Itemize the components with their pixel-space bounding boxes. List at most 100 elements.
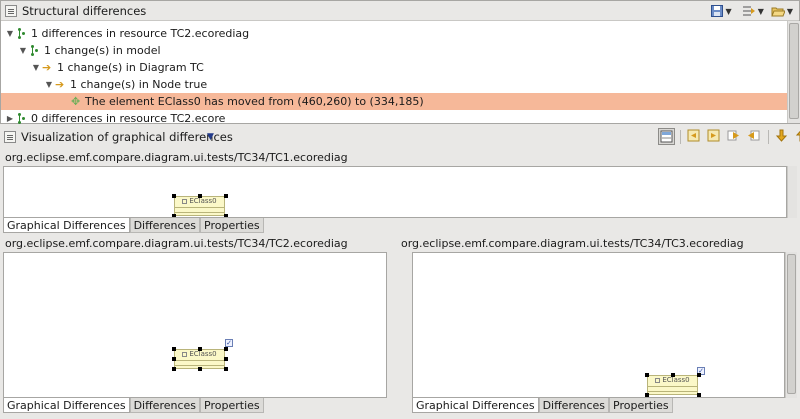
collapse-toggle-icon[interactable]: ▶: [5, 114, 15, 123]
node-compartment-divider: [175, 212, 224, 213]
top-pane-path: org.eclipse.emf.compare.diagram.ui.tests…: [0, 149, 800, 165]
selection-handle[interactable]: [172, 347, 176, 351]
selection-handle[interactable]: [172, 367, 176, 371]
structural-view-toolbar: ▼ ▼ ▼: [710, 4, 793, 18]
move-change-icon: ➔: [42, 61, 52, 74]
structural-view-header: Structural differences ▼ ▼ ▼: [1, 1, 799, 21]
copy-right-icon[interactable]: [746, 128, 763, 145]
selection-handle[interactable]: [645, 373, 649, 377]
tab-label: Properties: [204, 218, 260, 232]
layout-toggle-icon[interactable]: [658, 128, 675, 145]
expand-toggle-icon[interactable]: ▼: [44, 80, 54, 89]
tree-item-resource-tc2-ecore[interactable]: ▶ 0 differences in resource TC2.ecore: [5, 110, 225, 127]
structural-view-title: Structural differences: [22, 3, 147, 18]
save-dropdown-icon[interactable]: ▼: [726, 7, 732, 16]
difference-marker-icon[interactable]: ✓: [225, 339, 233, 347]
selection-handle[interactable]: [224, 367, 228, 371]
tree-item-move-difference[interactable]: ✥ The element EClass0 has moved from (46…: [1, 93, 787, 110]
selection-handle[interactable]: [645, 393, 649, 397]
visualization-tab[interactable]: Visualization of graphical differences: [4, 130, 233, 144]
expand-toggle-icon[interactable]: ▼: [18, 46, 28, 55]
right-pane-scrollbar[interactable]: [785, 252, 797, 398]
tab-differences[interactable]: Differences: [129, 218, 201, 233]
open-dropdown-icon[interactable]: ▼: [787, 7, 793, 16]
selection-handle[interactable]: [697, 373, 701, 377]
copy-left-icon[interactable]: [726, 128, 743, 145]
tree-item-label: 1 change(s) in Diagram TC: [57, 61, 204, 74]
visualization-title: Visualization of graphical differences: [21, 130, 233, 144]
tree-item-label: 1 change(s) in Node true: [70, 78, 208, 91]
right-pane-path-label: org.eclipse.emf.compare.diagram.ui.tests…: [401, 236, 744, 250]
tree-scrollbar-thumb[interactable]: [789, 23, 799, 119]
visualization-toolbar: [658, 128, 800, 145]
right-diagram-canvas[interactable]: EClass0 ✓: [412, 252, 785, 398]
selection-handle[interactable]: [198, 347, 202, 351]
tab-graphical-differences[interactable]: Graphical Differences: [3, 398, 130, 413]
expand-toggle-icon[interactable]: ▼: [5, 29, 15, 38]
selection-handle[interactable]: [671, 373, 675, 377]
tree-scrollbar[interactable]: [787, 21, 800, 123]
eclass-label: EClass0: [189, 350, 217, 358]
copy-all-left-icon[interactable]: [686, 128, 703, 145]
right-pane-scrollbar-thumb[interactable]: [787, 254, 796, 394]
top-diagram-canvas[interactable]: EClass0: [3, 166, 787, 218]
tree-item-label: 1 change(s) in model: [44, 44, 161, 57]
selection-handle[interactable]: [198, 367, 202, 371]
tab-properties[interactable]: Properties: [200, 218, 264, 233]
tab-graphical-differences[interactable]: Graphical Differences: [3, 218, 130, 233]
left-diagram-canvas[interactable]: EClass0 ✓: [3, 252, 387, 398]
save-icon[interactable]: [710, 4, 724, 18]
expand-toggle-icon[interactable]: ▼: [31, 63, 41, 72]
copy-all-right-icon[interactable]: [706, 128, 723, 145]
node-compartment-divider: [648, 386, 697, 387]
filter-icon[interactable]: [742, 4, 756, 18]
tree-item-resource-tc2-ecorediag[interactable]: ▼ 1 differences in resource TC2.ecoredia…: [5, 25, 249, 42]
tab-differences[interactable]: Differences: [129, 398, 201, 413]
tree-item-node[interactable]: ▼ ➔ 1 change(s) in Node true: [44, 76, 207, 93]
eclass-icon: [655, 377, 661, 383]
selection-handle[interactable]: [198, 194, 202, 198]
top-pane-scrollbar[interactable]: [787, 166, 797, 218]
tab-label: Differences: [542, 398, 606, 412]
differences-tree: ▼ 1 differences in resource TC2.ecoredia…: [1, 23, 787, 125]
filter-dropdown-icon[interactable]: ▼: [758, 7, 764, 16]
selection-handle[interactable]: [172, 357, 176, 361]
open-folder-icon[interactable]: [771, 4, 786, 18]
selection-handle[interactable]: [697, 393, 701, 397]
node-compartment-divider: [648, 391, 697, 392]
right-pane-tabs: Graphical Differences Differences Proper…: [412, 398, 673, 413]
visualization-menu-icon[interactable]: ▼: [207, 132, 214, 142]
previous-difference-icon[interactable]: [794, 128, 800, 145]
selection-handle[interactable]: [224, 194, 228, 198]
structure-view-icon: [5, 4, 17, 17]
eclass-node[interactable]: EClass0: [174, 349, 225, 369]
eclass-node[interactable]: EClass0: [647, 375, 698, 395]
resource-diff-icon: [17, 27, 27, 40]
next-difference-icon[interactable]: [774, 128, 791, 145]
top-pane-path-label: org.eclipse.emf.compare.diagram.ui.tests…: [5, 150, 348, 164]
tree-item-label: 0 differences in resource TC2.ecore: [31, 112, 226, 125]
eclass-icon: [182, 351, 188, 357]
eclass-label: EClass0: [662, 376, 690, 384]
toolbar-separator: [680, 129, 681, 144]
tab-differences[interactable]: Differences: [538, 398, 610, 413]
tab-label: Properties: [613, 398, 669, 412]
move-change-icon: ➔: [55, 78, 65, 91]
selection-handle[interactable]: [172, 194, 176, 198]
structural-view-tab[interactable]: Structural differences: [5, 4, 146, 18]
tab-label: Differences: [133, 398, 197, 412]
left-pane-tabs: Graphical Differences Differences Proper…: [3, 398, 264, 413]
tree-item-model[interactable]: ▼ 1 change(s) in model: [18, 42, 161, 59]
model-diff-icon: [30, 44, 40, 57]
tree-item-diagram[interactable]: ▼ ➔ 1 change(s) in Diagram TC: [31, 59, 204, 76]
visualization-view-icon: [4, 131, 16, 143]
difference-icon: ✥: [71, 95, 81, 108]
tab-graphical-differences[interactable]: Graphical Differences: [412, 398, 539, 413]
tab-label: Graphical Differences: [7, 398, 126, 412]
resource-diff-icon: [17, 112, 27, 125]
selection-handle[interactable]: [224, 347, 228, 351]
tab-properties[interactable]: Properties: [200, 398, 264, 413]
selection-handle[interactable]: [224, 357, 228, 361]
eclass-node[interactable]: EClass0: [174, 196, 225, 216]
tab-properties[interactable]: Properties: [609, 398, 673, 413]
